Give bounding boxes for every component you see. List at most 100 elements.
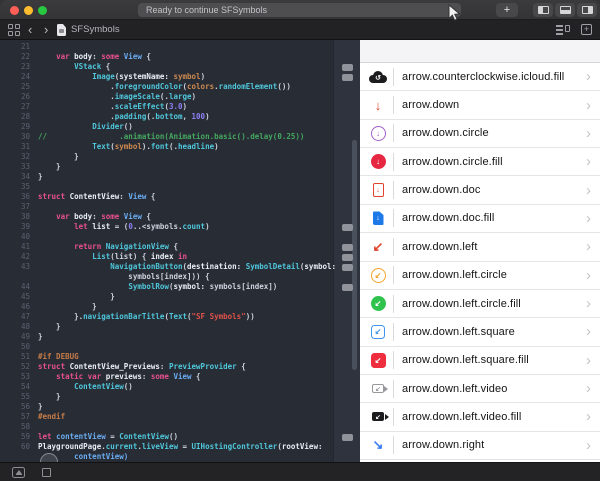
code-line: 25 .foregroundColor(colors.randomElement…: [0, 82, 333, 92]
row-divider: [393, 266, 394, 284]
line-number: 52: [0, 362, 30, 372]
code-line: 47 }.navigationBarTitle(Text("SF Symbols…: [0, 312, 333, 322]
row-divider: [393, 295, 394, 313]
close-window-button[interactable]: [10, 6, 19, 15]
code-line: 56}: [0, 402, 333, 412]
symbol-name-label: arrow.down.left.square.fill: [402, 354, 586, 366]
symbol-name-label: arrow.down.left: [402, 241, 586, 253]
line-number: 33: [0, 162, 30, 172]
code-line: 30// .animation(Animation.basic().delay(…: [0, 132, 333, 142]
chevron-right-icon: ›: [586, 353, 591, 368]
code-line: 31 Text(symbol).font(.headline): [0, 142, 333, 152]
code-line: 24 Image(systemName: symbol): [0, 72, 333, 82]
line-number: 25: [0, 82, 30, 92]
code-line: 55 }: [0, 392, 333, 402]
line-number: 34: [0, 172, 30, 182]
list-item[interactable]: ↺arrow.counterclockwise.icloud.fill›: [360, 63, 600, 91]
line-number: 56: [0, 402, 30, 412]
code-line: contentView): [0, 452, 333, 462]
arrow-counterclockwise-icloud-fill-icon: ↺: [368, 68, 388, 86]
add-editor-pane-icon[interactable]: +: [581, 24, 592, 35]
list-item[interactable]: ↓arrow.down.circle›: [360, 120, 600, 148]
symbol-list: ↺arrow.counterclockwise.icloud.fill›↓arr…: [360, 63, 600, 460]
chevron-right-icon: ›: [586, 409, 591, 424]
code-line: 50: [0, 342, 333, 352]
back-button[interactable]: ‹: [28, 21, 32, 39]
chevron-right-icon: ›: [586, 438, 591, 453]
line-number: 48: [0, 322, 30, 332]
result-badge[interactable]: [342, 74, 353, 81]
playgrounds-grid-icon[interactable]: [8, 24, 20, 36]
line-number: 35: [0, 182, 30, 192]
list-item[interactable]: ↙arrow.down.left.square›: [360, 318, 600, 346]
line-number: 21: [0, 42, 30, 52]
chevron-right-icon: ›: [586, 183, 591, 198]
playgrounds-window: Ready to continue SFSymbols + ‹ › SFSymb…: [0, 0, 600, 481]
document-icon: [57, 24, 66, 36]
arrow-down-left-video-icon: ↙: [368, 380, 388, 398]
line-number: 47: [0, 312, 30, 322]
layout-right-button[interactable]: [577, 3, 597, 17]
layout-bottom-button[interactable]: [555, 3, 575, 17]
layout-left-button[interactable]: [533, 3, 553, 17]
list-item[interactable]: ↙arrow.down.left.circle›: [360, 262, 600, 290]
code-editor[interactable]: 2122 var body: some View {23 VStack {24 …: [0, 40, 360, 462]
line-number: 54: [0, 382, 30, 392]
arrow-down-circle-icon: ↓: [368, 124, 388, 142]
arrow-down-left-circle-fill-icon: ↙: [368, 295, 388, 313]
line-number: 24: [0, 72, 30, 82]
chevron-right-icon: ›: [586, 324, 591, 339]
line-number: 41: [0, 242, 30, 252]
line-number: 31: [0, 142, 30, 152]
line-number: 42: [0, 252, 30, 262]
list-item[interactable]: ↓arrow.down.doc›: [360, 176, 600, 204]
line-number: 36: [0, 192, 30, 202]
row-divider: [393, 238, 394, 256]
row-divider: [393, 209, 394, 227]
result-badge[interactable]: [342, 284, 353, 291]
result-badge[interactable]: [342, 254, 353, 261]
list-item[interactable]: ↙arrow.down.left›: [360, 233, 600, 261]
code-line: 48 }: [0, 322, 333, 332]
code-line: 53 static var previews: some View {: [0, 372, 333, 382]
code-line: 29 Divider(): [0, 122, 333, 132]
add-button[interactable]: +: [496, 3, 518, 17]
line-number: 53: [0, 372, 30, 382]
code-line: 49}: [0, 332, 333, 342]
arrow-down-left-video-fill-icon: ↙: [368, 408, 388, 426]
list-item[interactable]: ↙ arrow.down.left.square.fill›: [360, 347, 600, 375]
result-badge[interactable]: [342, 224, 353, 231]
result-badge[interactable]: [342, 244, 353, 251]
arrow-down-left-square-fill-icon: ↙: [368, 351, 388, 369]
list-item[interactable]: ↙arrow.down.left.circle.fill›: [360, 290, 600, 318]
zoom-window-button[interactable]: [38, 6, 47, 15]
symbol-name-label: arrow.down.doc: [402, 184, 586, 196]
list-item[interactable]: ↙arrow.down.left.video.fill›: [360, 403, 600, 431]
line-number: 28: [0, 112, 30, 122]
chevron-right-icon: ›: [586, 126, 591, 141]
console-list-icon[interactable]: [556, 25, 570, 35]
line-number: 60: [0, 442, 30, 452]
list-item[interactable]: ↘arrow.down.right›: [360, 432, 600, 460]
line-number: 23: [0, 62, 30, 72]
arrow-down-left-icon: ↙: [368, 238, 388, 256]
result-badge[interactable]: [342, 264, 353, 271]
list-item[interactable]: ↓arrow.down.doc.fill›: [360, 205, 600, 233]
line-number: 37: [0, 202, 30, 212]
list-item[interactable]: ↓arrow.down.circle.fill›: [360, 148, 600, 176]
list-item[interactable]: ↙arrow.down.left.video›: [360, 375, 600, 403]
line-number: 46: [0, 302, 30, 312]
result-badge[interactable]: [342, 434, 353, 441]
main-content: 2122 var body: some View {23 VStack {24 …: [0, 40, 600, 462]
stop-icon[interactable]: [42, 468, 51, 477]
result-badge[interactable]: [342, 64, 353, 71]
code-line: 27 .scaleEffect(3.0): [0, 102, 333, 112]
code-line: 41 return NavigationView {: [0, 242, 333, 252]
live-view-toggle-icon[interactable]: [12, 467, 25, 478]
forward-button[interactable]: ›: [44, 21, 48, 39]
code-line: 42 List(list) { index in: [0, 252, 333, 262]
bottom-panel-icon: [560, 6, 571, 14]
list-item[interactable]: ↓arrow.down›: [360, 91, 600, 119]
symbol-name-label: arrow.down.left.circle: [402, 269, 586, 281]
minimize-window-button[interactable]: [24, 6, 33, 15]
